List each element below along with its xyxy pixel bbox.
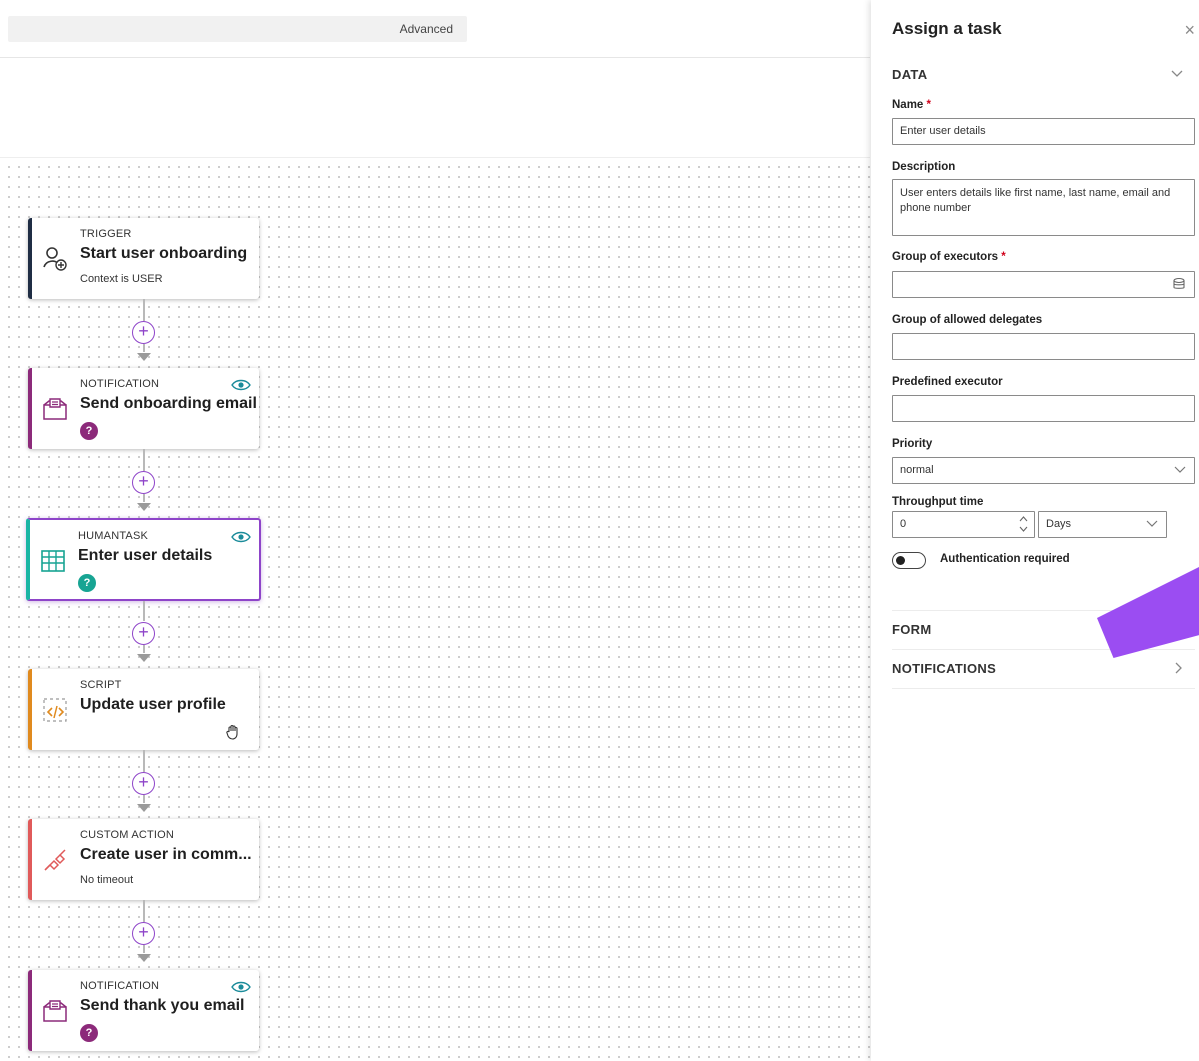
help-badge[interactable]: ? bbox=[80, 1024, 98, 1042]
section-notifications-header[interactable]: NOTIFICATIONS bbox=[892, 661, 996, 676]
node-type: TRIGGER bbox=[80, 228, 132, 240]
arrow-down-icon bbox=[137, 353, 151, 361]
connector-line bbox=[143, 645, 145, 653]
arrow-down-icon bbox=[137, 954, 151, 962]
workflow-node-custom-action[interactable]: CUSTOM ACTION Create user in comm... No … bbox=[28, 819, 259, 900]
throughput-unit-value: Days bbox=[1046, 518, 1072, 530]
add-step-button[interactable]: + bbox=[132, 772, 155, 795]
description-label: Description bbox=[892, 161, 956, 173]
node-type: HUMANTASK bbox=[78, 530, 149, 542]
divider bbox=[892, 649, 1195, 650]
eye-icon[interactable] bbox=[231, 378, 251, 396]
connector-line bbox=[143, 299, 145, 321]
arrow-down-icon bbox=[137, 654, 151, 662]
close-icon[interactable]: × bbox=[1184, 20, 1195, 41]
advanced-mode-label[interactable]: Advanced bbox=[400, 22, 453, 36]
name-field[interactable]: Enter user details bbox=[892, 118, 1195, 145]
node-title: Create user in comm... bbox=[80, 846, 252, 863]
node-subtitle: Context is USER bbox=[80, 273, 163, 285]
database-icon[interactable] bbox=[1172, 277, 1186, 294]
throughput-value: 0 bbox=[900, 518, 907, 530]
priority-select[interactable]: normal bbox=[892, 457, 1195, 484]
connector-line bbox=[143, 494, 145, 502]
connector-line bbox=[143, 795, 145, 803]
connector-line bbox=[143, 900, 145, 922]
eye-icon[interactable] bbox=[231, 980, 251, 998]
group-delegates-label: Group of allowed delegates bbox=[892, 314, 1043, 326]
chevron-down-icon[interactable] bbox=[1171, 66, 1183, 81]
throughput-label: Throughput time bbox=[892, 496, 984, 508]
mail-folder-icon bbox=[40, 394, 70, 424]
plug-icon bbox=[40, 845, 70, 875]
throughput-unit-select[interactable]: Days bbox=[1038, 511, 1167, 538]
help-badge[interactable]: ? bbox=[80, 422, 98, 440]
table-icon bbox=[38, 546, 68, 576]
throughput-input[interactable]: 0 bbox=[892, 511, 1035, 538]
predefined-executor-label: Predefined executor bbox=[892, 376, 1003, 388]
connector-line bbox=[143, 344, 145, 352]
node-title: Enter user details bbox=[78, 547, 213, 564]
add-step-button[interactable]: + bbox=[132, 622, 155, 645]
arrow-down-icon bbox=[137, 503, 151, 511]
divider bbox=[892, 688, 1195, 689]
sub-toolbar bbox=[0, 58, 870, 158]
top-toolbar: Advanced bbox=[0, 0, 870, 58]
panel-title: Assign a task bbox=[892, 19, 1002, 38]
help-badge[interactable]: ? bbox=[78, 574, 96, 592]
node-type: NOTIFICATION bbox=[80, 980, 160, 992]
node-type: NOTIFICATION bbox=[80, 378, 160, 390]
node-type: SCRIPT bbox=[80, 679, 122, 691]
workflow-node-notification[interactable]: NOTIFICATION Send thank you email ? bbox=[28, 970, 259, 1051]
node-title: Send onboarding email bbox=[80, 395, 257, 412]
grab-cursor-icon bbox=[226, 724, 241, 743]
workflow-node-trigger[interactable]: TRIGGER Start user onboarding Context is… bbox=[28, 218, 259, 299]
workflow-node-notification[interactable]: NOTIFICATION Send onboarding email ? bbox=[28, 368, 259, 449]
priority-value: normal bbox=[900, 464, 934, 476]
connector-line bbox=[143, 449, 145, 471]
workflow-node-script[interactable]: SCRIPT Update user profile bbox=[28, 669, 259, 750]
stepper-icon[interactable] bbox=[1019, 514, 1028, 537]
user-add-icon bbox=[40, 244, 70, 274]
node-title: Send thank you email bbox=[80, 997, 245, 1014]
script-icon bbox=[40, 695, 70, 725]
add-step-button[interactable]: + bbox=[132, 471, 155, 494]
group-delegates-field[interactable] bbox=[892, 333, 1195, 360]
task-properties-panel: Assign a task × DATA Name * Enter user d… bbox=[871, 0, 1199, 1061]
workflow-node-humantask[interactable]: HUMANTASK Enter user details ? bbox=[26, 518, 261, 601]
name-label: Name * bbox=[892, 99, 932, 111]
node-type: CUSTOM ACTION bbox=[80, 829, 175, 841]
chevron-right-icon[interactable] bbox=[1175, 662, 1183, 677]
connector-line bbox=[143, 945, 145, 953]
chevron-down-icon[interactable] bbox=[1146, 519, 1158, 531]
chevron-down-icon[interactable] bbox=[1174, 465, 1186, 477]
connector-line bbox=[143, 750, 145, 772]
group-executors-label: Group of executors * bbox=[892, 251, 1006, 263]
connector-line bbox=[143, 601, 145, 621]
authentication-label: Authentication required bbox=[940, 553, 1070, 565]
node-subtitle: No timeout bbox=[80, 874, 134, 886]
node-title: Start user onboarding bbox=[80, 245, 248, 262]
section-form-header[interactable]: FORM bbox=[892, 622, 931, 637]
section-data-header[interactable]: DATA bbox=[892, 67, 927, 82]
authentication-toggle[interactable] bbox=[892, 552, 926, 569]
mail-folder-icon bbox=[40, 996, 70, 1026]
node-title: Update user profile bbox=[80, 696, 226, 713]
description-field[interactable]: User enters details like first name, las… bbox=[892, 179, 1195, 236]
group-executors-field[interactable] bbox=[892, 271, 1195, 298]
mode-bar[interactable]: Advanced bbox=[8, 16, 467, 42]
predefined-executor-field[interactable] bbox=[892, 395, 1195, 422]
eye-icon[interactable] bbox=[231, 530, 251, 548]
add-step-button[interactable]: + bbox=[132, 922, 155, 945]
priority-label: Priority bbox=[892, 438, 933, 450]
add-step-button[interactable]: + bbox=[132, 321, 155, 344]
arrow-down-icon bbox=[137, 804, 151, 812]
